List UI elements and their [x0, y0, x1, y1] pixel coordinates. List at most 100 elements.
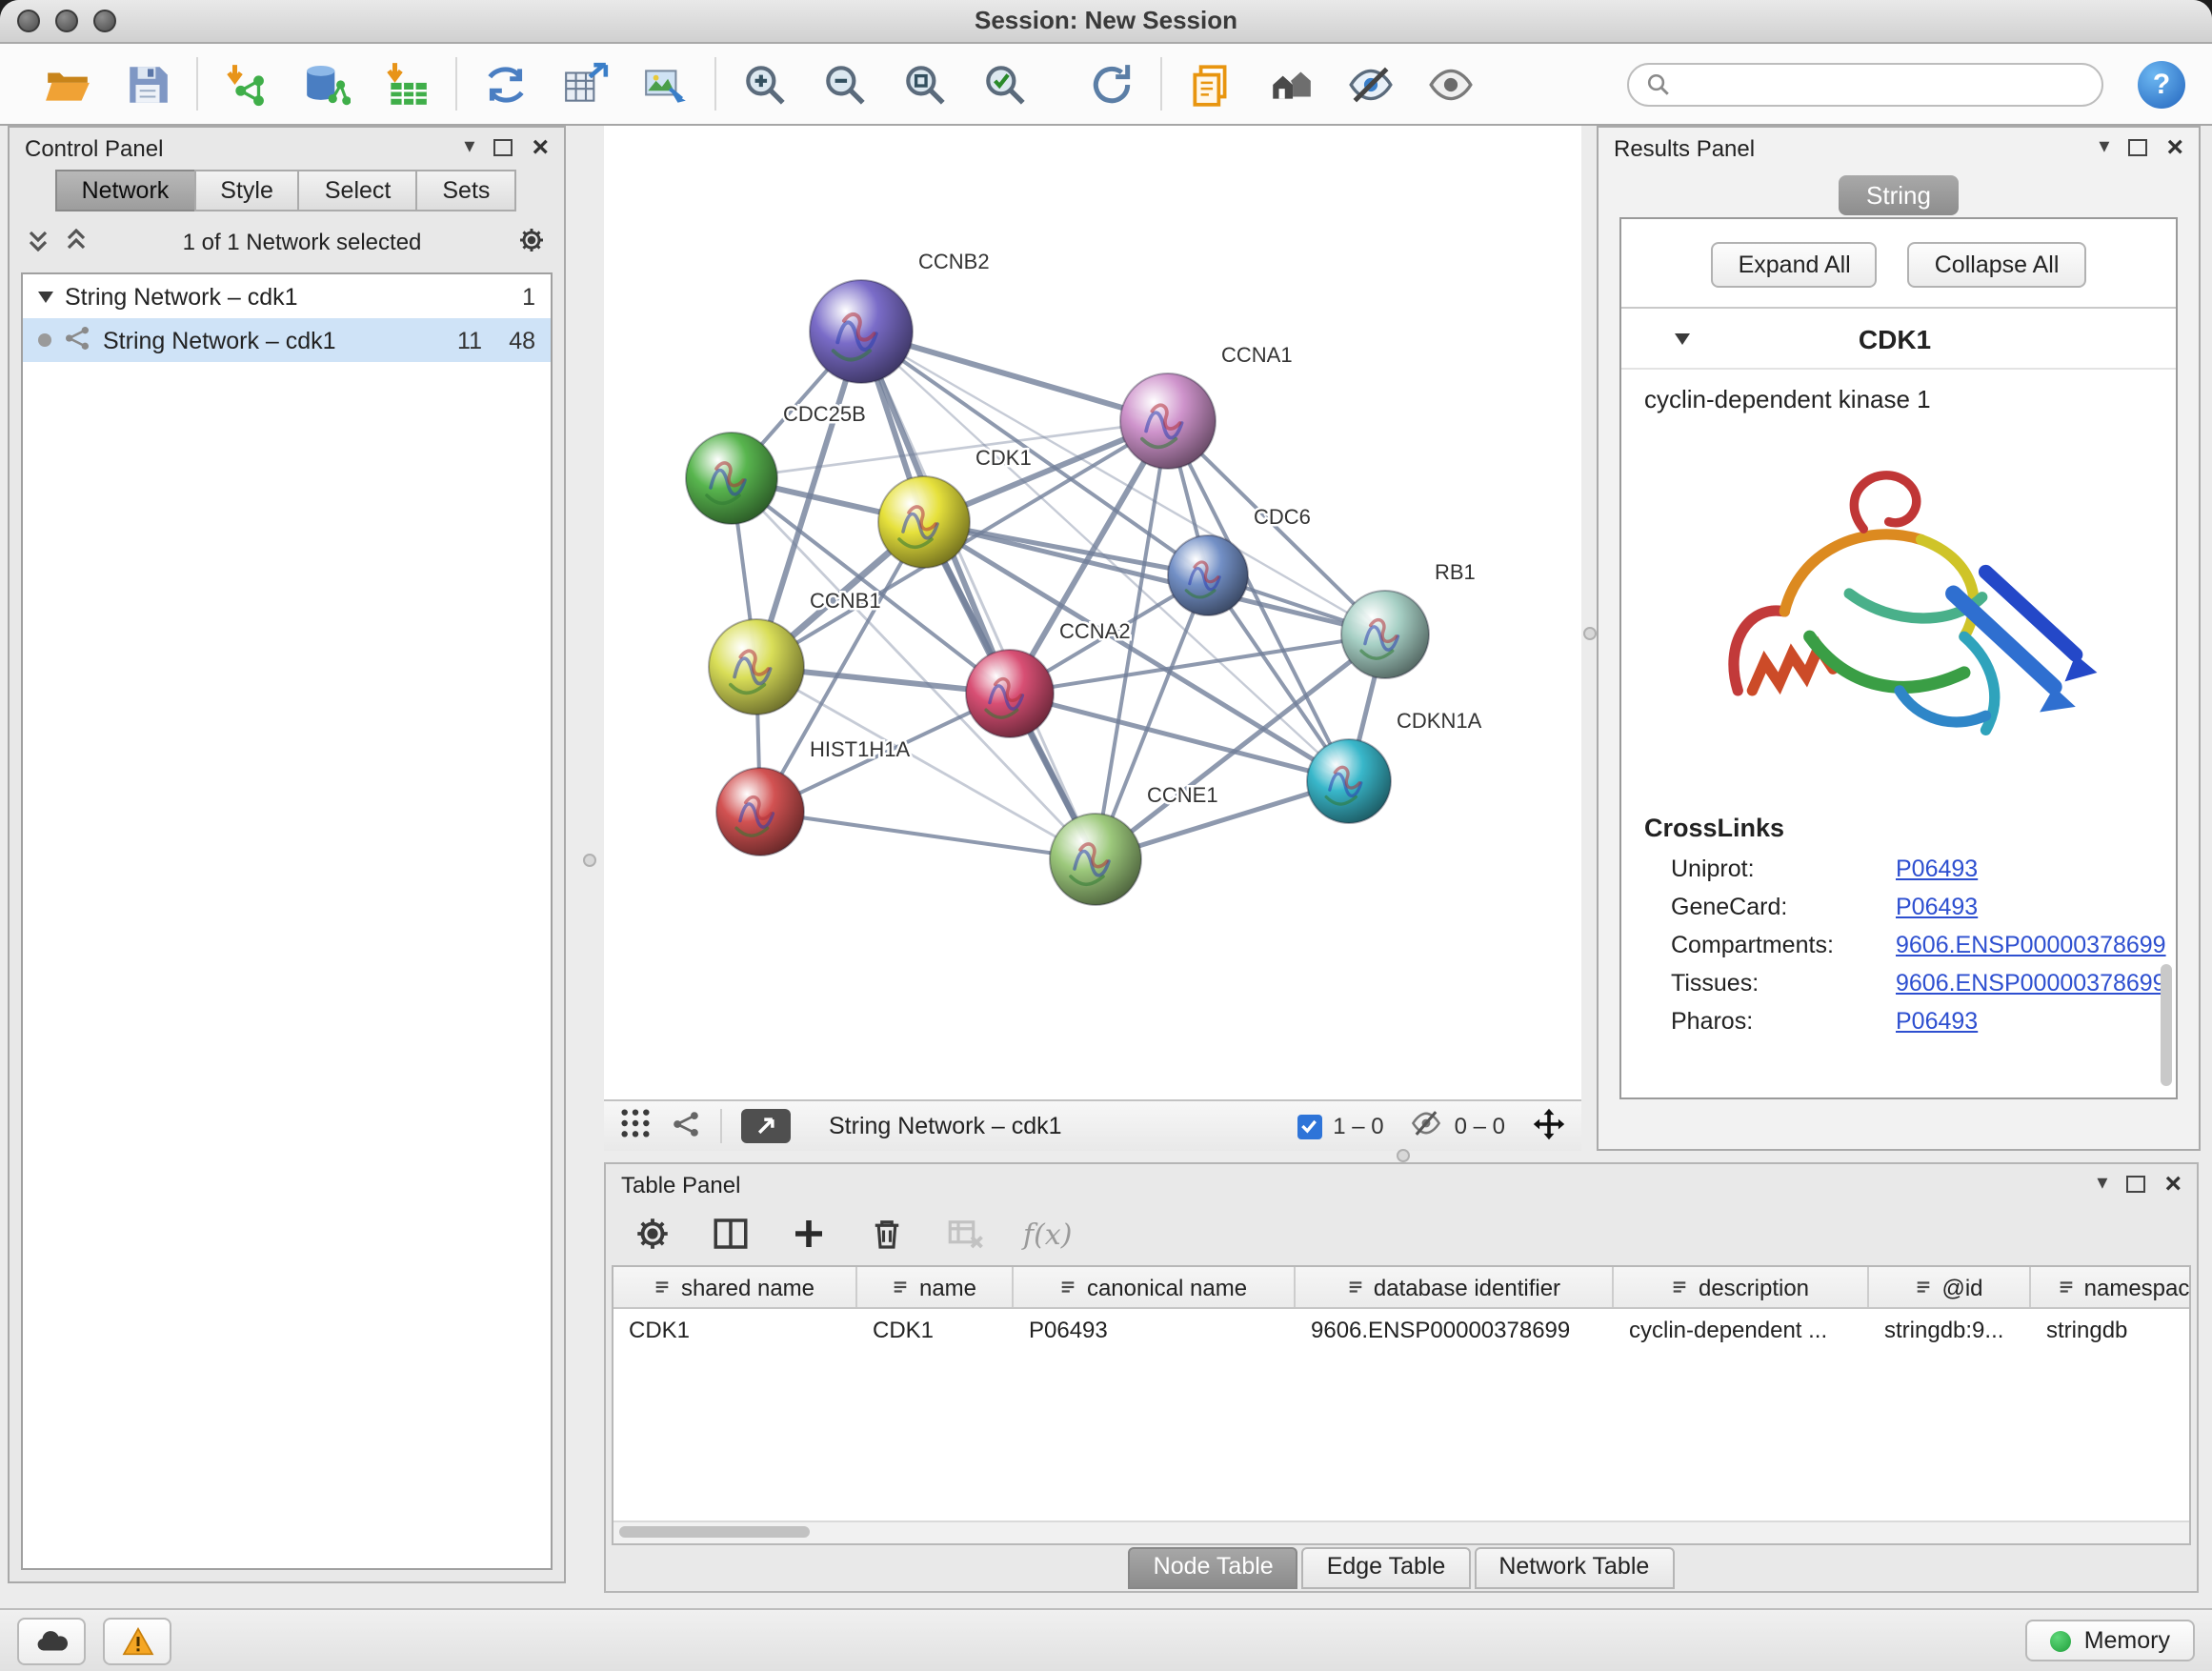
import-table-icon[interactable]	[383, 60, 431, 108]
network-node-CDC6[interactable]	[1168, 535, 1248, 615]
help-button[interactable]: ?	[2138, 60, 2185, 108]
memory-button[interactable]: Memory	[2025, 1620, 2195, 1661]
tab-string[interactable]: String	[1838, 175, 1960, 215]
results-scrollbar-thumb[interactable]	[2161, 964, 2172, 1086]
network-node-CCNB2[interactable]	[810, 280, 913, 383]
disclosure-triangle-icon[interactable]	[1675, 333, 1690, 345]
network-collection-row[interactable]: String Network – cdk1 1	[23, 274, 551, 318]
splitter-handle[interactable]	[1397, 1149, 1410, 1162]
table-cell[interactable]: 9606.ENSP00000378699	[1296, 1316, 1614, 1342]
crosslink-link[interactable]: P06493	[1896, 894, 1978, 920]
panel-close-icon[interactable]: ×	[532, 133, 549, 162]
panel-menu-icon[interactable]: ▾	[2097, 1174, 2107, 1195]
expand-all-button[interactable]: Expand All	[1712, 242, 1878, 288]
tab-edge-table[interactable]: Edge Table	[1302, 1547, 1471, 1589]
home-icon[interactable]	[1267, 60, 1315, 108]
column-header-name[interactable]: name	[857, 1267, 1014, 1307]
panel-close-icon[interactable]: ×	[2166, 133, 2183, 162]
panel-float-icon[interactable]	[2126, 1176, 2145, 1193]
network-node-CDKN1A[interactable]	[1307, 739, 1391, 823]
network-row-selected[interactable]: String Network – cdk1 11 48	[23, 318, 551, 362]
import-network-database-icon[interactable]	[303, 60, 351, 108]
table-horizontal-scrollbar[interactable]	[613, 1520, 2189, 1543]
crosslink-link[interactable]: 9606.ENSP00000378699	[1896, 932, 2166, 958]
zoom-out-icon[interactable]	[821, 60, 869, 108]
open-in-new-window-button[interactable]	[741, 1109, 791, 1143]
network-edge[interactable]	[760, 812, 1096, 859]
tab-select[interactable]: Select	[298, 170, 418, 211]
tab-sets[interactable]: Sets	[415, 170, 516, 211]
column-header-canonical-name[interactable]: canonical name	[1014, 1267, 1296, 1307]
column-header-shared-name[interactable]: shared name	[613, 1267, 857, 1307]
network-node-CCNA2[interactable]	[966, 650, 1054, 737]
pan-move-icon[interactable]	[1532, 1106, 1566, 1146]
export-image-icon[interactable]	[642, 60, 690, 108]
search-input[interactable]	[1682, 69, 2084, 99]
table-cell[interactable]: P06493	[1014, 1316, 1296, 1342]
panel-float-icon[interactable]	[493, 139, 513, 156]
collapse-all-button[interactable]: Collapse All	[1908, 242, 2086, 288]
new-network-from-selection-icon[interactable]	[482, 60, 530, 108]
network-edge[interactable]	[861, 332, 1096, 859]
export-table-icon[interactable]	[562, 60, 610, 108]
gear-icon[interactable]	[516, 224, 547, 260]
column-header--id[interactable]: @id	[1869, 1267, 2031, 1307]
delete-table-icon-disabled[interactable]	[945, 1214, 985, 1254]
panel-menu-icon[interactable]: ▾	[464, 137, 474, 158]
import-network-file-icon[interactable]	[223, 60, 271, 108]
tab-style[interactable]: Style	[193, 170, 300, 211]
network-node-CCNE1[interactable]	[1050, 814, 1141, 905]
hidden-eye-icon[interactable]	[1411, 1107, 1443, 1145]
save-session-icon[interactable]	[124, 60, 171, 108]
network-share-icon[interactable]	[671, 1108, 701, 1144]
table-row[interactable]: CDK1CDK1P064939606.ENSP00000378699cyclin…	[613, 1309, 2189, 1349]
splitter-handle[interactable]	[583, 854, 596, 867]
selection-checkbox[interactable]	[1297, 1114, 1321, 1138]
panel-float-icon[interactable]	[2128, 139, 2147, 156]
tab-network-table[interactable]: Network Table	[1474, 1547, 1674, 1589]
table-cell[interactable]: CDK1	[857, 1316, 1014, 1342]
crosslink-link[interactable]: P06493	[1896, 1008, 1978, 1035]
column-header-description[interactable]: description	[1614, 1267, 1869, 1307]
network-canvas[interactable]: CCNB2CCNA1CDC25BCDK1CDC6RB1CCNB1CCNA2CDK…	[604, 126, 1581, 1099]
table-cell[interactable]: cyclin-dependent ...	[1614, 1316, 1869, 1342]
show-panel-eye-icon[interactable]	[1427, 60, 1475, 108]
add-column-icon[interactable]	[789, 1214, 829, 1254]
disclosure-triangle-icon[interactable]	[38, 291, 53, 302]
apply-layout-icon[interactable]	[1088, 60, 1136, 108]
network-node-CCNA1[interactable]	[1120, 373, 1216, 469]
hide-panel-eye-icon[interactable]	[1347, 60, 1395, 108]
network-edge[interactable]	[1010, 634, 1385, 694]
cloud-button[interactable]	[17, 1617, 86, 1664]
show-columns-icon[interactable]	[711, 1214, 751, 1254]
network-node-CCNB1[interactable]	[709, 619, 804, 715]
table-cell[interactable]: CDK1	[613, 1316, 857, 1342]
panel-menu-icon[interactable]: ▾	[2099, 137, 2109, 158]
splitter-handle[interactable]	[1583, 627, 1597, 640]
column-header-database-identifier[interactable]: database identifier	[1296, 1267, 1614, 1307]
zoom-selected-icon[interactable]	[981, 60, 1029, 108]
zoom-fit-icon[interactable]	[901, 60, 949, 108]
network-node-CDC25B[interactable]	[686, 433, 777, 524]
copy-document-icon[interactable]	[1187, 60, 1235, 108]
table-cell[interactable]: stringdb:9...	[1869, 1316, 2031, 1342]
tab-network[interactable]: Network	[55, 170, 196, 211]
function-builder-icon[interactable]: f(x)	[1023, 1217, 1072, 1251]
column-header-namespac[interactable]: namespac	[2031, 1267, 2191, 1307]
delete-column-icon[interactable]	[867, 1214, 907, 1254]
network-node-RB1[interactable]	[1341, 591, 1429, 678]
warnings-button[interactable]	[103, 1617, 171, 1664]
network-node-CDK1[interactable]	[878, 476, 970, 568]
gene-accordion-header[interactable]: CDK1	[1621, 309, 2176, 370]
table-cell[interactable]: stringdb	[2031, 1316, 2191, 1342]
birdseye-grid-icon[interactable]	[619, 1107, 652, 1145]
network-node-HIST1H1A[interactable]	[716, 768, 804, 856]
tab-node-table[interactable]: Node Table	[1129, 1547, 1298, 1589]
scrollbar-thumb[interactable]	[619, 1526, 810, 1538]
table-settings-gear-icon[interactable]	[633, 1214, 673, 1254]
collapse-all-icon[interactable]	[27, 228, 50, 256]
panel-close-icon[interactable]: ×	[2164, 1170, 2182, 1198]
zoom-in-icon[interactable]	[741, 60, 789, 108]
crosslink-link[interactable]: P06493	[1896, 856, 1978, 882]
expand-all-icon[interactable]	[65, 228, 88, 256]
